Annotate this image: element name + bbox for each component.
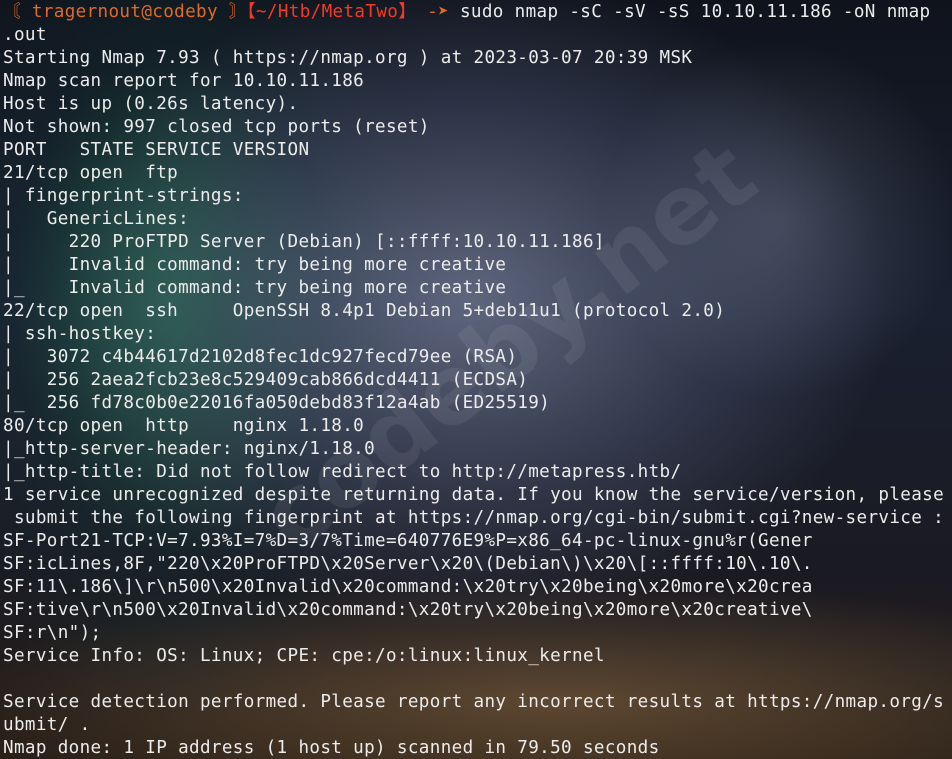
output-line: 1 service unrecognized despite returning… (3, 485, 945, 505)
output-line: PORT STATE SERVICE VERSION (3, 140, 310, 160)
terminal-window[interactable]: codeby.net 〘 tragernout@codeby 〙【~/Htb/M… (0, 0, 952, 759)
output-line: 21/tcp open ftp (3, 163, 179, 183)
output-line: | GenericLines: (3, 209, 190, 229)
prompt-line: 〘 tragernout@codeby 〙【~/Htb/MetaTwo】 -➤ … (3, 1, 952, 24)
output-line: SF-Port21-TCP:V=7.93%I=7%D=3/7%Time=6407… (3, 531, 813, 551)
output-line: | fingerprint-strings: (3, 186, 244, 206)
output-line: ubmit/ . (3, 715, 91, 735)
output-line: Host is up (0.26s latency). (3, 94, 299, 114)
output-line: |_http-server-header: nginx/1.18.0 (3, 439, 376, 459)
output-line: |_ Invalid command: try being more creat… (3, 278, 507, 298)
prompt-path: 【~/Htb/MetaTwo】 (246, 2, 417, 22)
output-line: | Invalid command: try being more creati… (3, 255, 507, 275)
output-line: submit the following fingerprint at http… (3, 508, 945, 528)
output-line: | 3072 c4b44617d2102d8fec1dc927fecd79ee … (3, 347, 518, 367)
output-line: Starting Nmap 7.93 ( https://nmap.org ) … (3, 48, 693, 68)
prompt-bracket-close: 〙 (217, 2, 247, 22)
output-line: Service detection performed. Please repo… (3, 692, 945, 712)
command-text: sudo nmap -sC -sV -sS 10.10.11.186 -oN n… (459, 2, 931, 22)
output-line: Nmap done: 1 IP address (1 host up) scan… (3, 738, 660, 758)
output-line: | 220 ProFTPD Server (Debian) [::ffff:10… (3, 232, 605, 252)
prompt-arrow-icon: -➤ (416, 2, 460, 22)
output-line: | ssh-hostkey: (3, 324, 157, 344)
output-line: Service Info: OS: Linux; CPE: cpe:/o:lin… (3, 646, 605, 666)
output-line: |_http-title: Did not follow redirect to… (3, 462, 682, 482)
terminal-output: 〘 tragernout@codeby 〙【~/Htb/MetaTwo】 -➤ … (3, 1, 952, 759)
prompt-bracket-open: 〘 (3, 2, 32, 22)
output-line: SF:r\n"); (3, 623, 102, 643)
output-line: SF:icLines,8F,"220\x20ProFTPD\x20Server\… (3, 554, 813, 574)
output-line: SF:tive\r\n500\x20Invalid\x20command:\x2… (3, 600, 813, 620)
output-line: SF:11\.186\]\r\n500\x20Invalid\x20comman… (3, 577, 813, 597)
prompt-user-host: tragernout@codeby (31, 2, 218, 22)
output-line: 22/tcp open ssh OpenSSH 8.4p1 Debian 5+d… (3, 301, 726, 321)
output-line: |_ 256 fd78c0b0e22016fa050debd83f12a4ab … (3, 393, 551, 413)
output-line: 80/tcp open http nginx 1.18.0 (3, 416, 365, 436)
command-wrap-line: .out (3, 25, 47, 45)
output-line: | 256 2aea2fcb23e8c529409cab866dcd4411 (… (3, 370, 529, 390)
output-line: Not shown: 997 closed tcp ports (reset) (3, 117, 430, 137)
output-line: Nmap scan report for 10.10.11.186 (3, 71, 365, 91)
